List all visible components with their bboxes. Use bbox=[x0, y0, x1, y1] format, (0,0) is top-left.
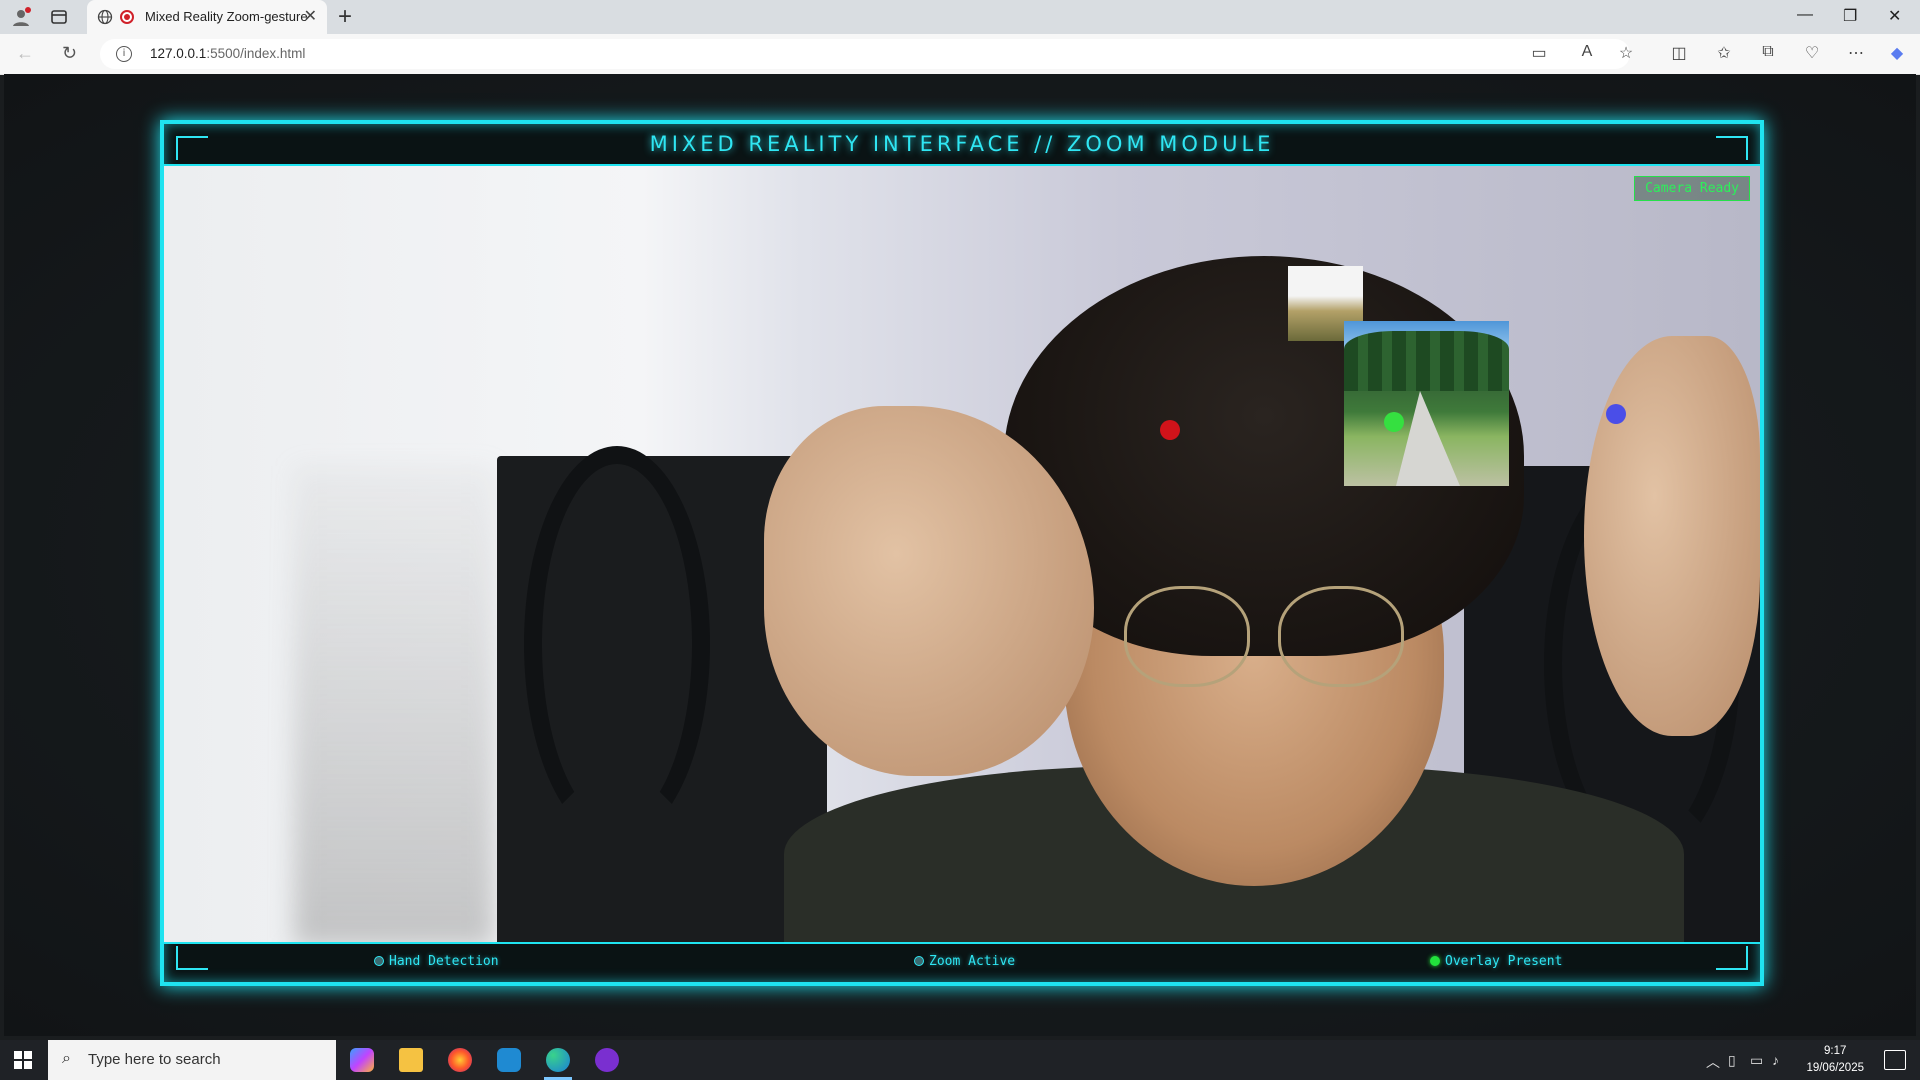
favorite-star-icon[interactable]: ☆ bbox=[1615, 43, 1637, 65]
clock-time: 9:17 bbox=[1824, 1045, 1847, 1057]
restore-icon[interactable]: ❐ bbox=[1843, 6, 1857, 26]
overlay-path bbox=[1396, 391, 1460, 486]
frame-corner bbox=[1716, 136, 1748, 160]
frame-corner bbox=[1716, 946, 1748, 970]
show-hidden-icons[interactable]: ︿ bbox=[1706, 1052, 1720, 1072]
taskbar: ⌕ Type here to search ︿ ▯ ▭ ♪ 9:17 19/06… bbox=[0, 1040, 1920, 1080]
status-overlay-present: Overlay Present bbox=[1430, 954, 1562, 969]
status-hand-detection: Hand Detection bbox=[374, 954, 499, 969]
overlay-trees bbox=[1344, 331, 1509, 391]
mixed-reality-app-icon[interactable] bbox=[583, 1040, 631, 1080]
window-close-icon[interactable]: ✕ bbox=[1888, 6, 1901, 26]
network-icon[interactable]: ▭ bbox=[1750, 1052, 1763, 1069]
ar-frame: MIXED REALITY INTERFACE // ZOOM MODULE C… bbox=[160, 120, 1764, 986]
overlay-image-zoomed[interactable] bbox=[1344, 321, 1509, 486]
url-path: :5500/index.html bbox=[206, 46, 306, 61]
profile-icon[interactable] bbox=[10, 6, 32, 28]
browser-tab-bar: Mixed Reality Zoom-gesture ✕ + — ❐ ✕ bbox=[0, 0, 1920, 34]
clock-date: 19/06/2025 bbox=[1806, 1062, 1864, 1074]
camera-in-use-icon[interactable]: ▭ bbox=[1528, 43, 1550, 65]
status-zoom-active: Zoom Active bbox=[914, 954, 1015, 969]
headphones bbox=[524, 446, 710, 842]
glasses bbox=[1124, 586, 1404, 687]
favorites-icon[interactable]: ✩ bbox=[1713, 43, 1735, 65]
tab-active[interactable]: Mixed Reality Zoom-gesture ✕ bbox=[87, 0, 327, 34]
status-label: Overlay Present bbox=[1445, 954, 1563, 969]
right-hand bbox=[1584, 336, 1760, 736]
minimize-icon[interactable]: — bbox=[1797, 6, 1813, 24]
file-explorer-icon[interactable] bbox=[387, 1040, 435, 1080]
url-host: 127.0.0.1 bbox=[150, 46, 207, 61]
fingertip-marker-blue bbox=[1606, 404, 1626, 424]
firefox-icon[interactable] bbox=[436, 1040, 484, 1080]
address-bar-row: ← ↻ i 127.0.0.1:5500/index.html ▭ A ☆ ◫ … bbox=[0, 34, 1920, 75]
glasses-lens bbox=[1278, 586, 1404, 687]
edge-icon[interactable] bbox=[534, 1040, 582, 1080]
search-placeholder: Type here to search bbox=[88, 1051, 221, 1068]
site-info-icon[interactable]: i bbox=[116, 46, 132, 62]
url-text: 127.0.0.1:5500/index.html bbox=[150, 46, 305, 61]
frame-corner bbox=[176, 136, 208, 160]
collections-icon[interactable]: ⧉ bbox=[1757, 43, 1779, 65]
globe-icon bbox=[97, 9, 113, 25]
copilot-icon[interactable]: ◆ bbox=[1886, 43, 1908, 65]
tab-actions-icon[interactable] bbox=[48, 6, 70, 28]
page-body: MIXED REALITY INTERFACE // ZOOM MODULE C… bbox=[4, 74, 1916, 1036]
more-menu-icon[interactable]: ⋯ bbox=[1845, 43, 1867, 65]
fingertip-marker-green bbox=[1384, 412, 1404, 432]
status-indicator bbox=[1430, 956, 1440, 966]
system-clock[interactable]: 9:17 19/06/2025 bbox=[1806, 1043, 1864, 1077]
split-screen-icon[interactable]: ◫ bbox=[1668, 43, 1690, 65]
browser-essentials-icon[interactable]: ♡ bbox=[1801, 43, 1823, 65]
taskbar-search[interactable]: ⌕ Type here to search bbox=[48, 1040, 336, 1080]
read-aloud-icon[interactable]: A bbox=[1576, 43, 1598, 65]
frame-corner bbox=[176, 946, 208, 970]
recording-icon bbox=[120, 10, 134, 24]
device-icon[interactable]: ▯ bbox=[1728, 1052, 1736, 1069]
status-label: Hand Detection bbox=[389, 954, 499, 969]
status-label: Zoom Active bbox=[929, 954, 1016, 969]
new-tab-button[interactable]: + bbox=[338, 3, 352, 31]
status-indicator bbox=[374, 956, 384, 966]
status-indicator bbox=[914, 956, 924, 966]
refresh-icon[interactable]: ↻ bbox=[62, 43, 77, 64]
camera-feed: Camera Ready bbox=[164, 164, 1760, 944]
notification-icon[interactable] bbox=[1884, 1050, 1906, 1070]
close-tab-icon[interactable]: ✕ bbox=[304, 6, 317, 26]
copilot-icon[interactable] bbox=[338, 1040, 386, 1080]
camera-status-badge: Camera Ready bbox=[1634, 176, 1750, 201]
search-icon: ⌕ bbox=[62, 1050, 71, 1067]
page-title: MIXED REALITY INTERFACE // ZOOM MODULE bbox=[649, 132, 1275, 156]
windows-start-icon[interactable] bbox=[14, 1051, 32, 1069]
address-bar[interactable]: i 127.0.0.1:5500/index.html bbox=[100, 39, 1630, 69]
fingertip-marker-red bbox=[1160, 420, 1180, 440]
vscode-icon[interactable] bbox=[485, 1040, 533, 1080]
status-bar: Hand Detection Zoom Active Overlay Prese… bbox=[164, 940, 1760, 982]
glasses-lens bbox=[1124, 586, 1250, 687]
volume-icon[interactable]: ♪ bbox=[1772, 1052, 1779, 1068]
tab-title: Mixed Reality Zoom-gesture bbox=[145, 9, 308, 24]
wall-shadow bbox=[294, 466, 494, 942]
back-icon[interactable]: ← bbox=[16, 43, 34, 64]
